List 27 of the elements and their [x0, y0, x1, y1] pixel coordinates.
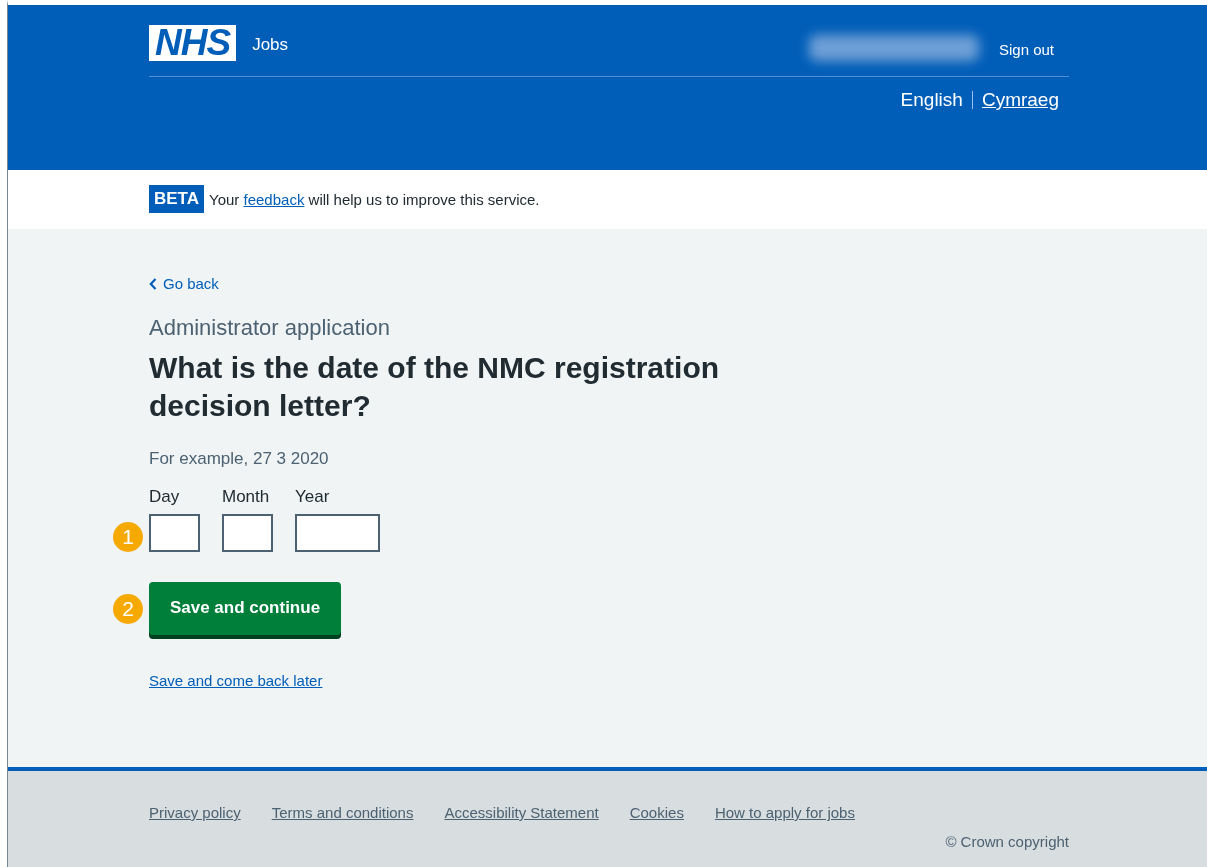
date-input[interactable]: [149, 513, 200, 552]
save-later-link[interactable]: Save and come back later: [149, 671, 323, 689]
nhs-logo[interactable]: NHS: [149, 25, 237, 61]
footer-link[interactable]: Cookies: [629, 804, 684, 821]
page-heading: What is the date of the NMC registration decision letter?: [149, 349, 721, 424]
beta-tag: BETA: [149, 185, 204, 213]
field-label: Month: [222, 486, 271, 507]
footer-link[interactable]: Privacy policy: [149, 804, 241, 821]
date-input[interactable]: [295, 513, 380, 552]
callout-marker: 1: [113, 521, 143, 552]
language-link[interactable]: Cymraeg: [981, 89, 1059, 111]
beta-message: Your feedback will help us to improve this service.: [209, 190, 540, 208]
copyright-text: © Crown copyright: [944, 833, 1069, 850]
page-caption: Administrator application: [149, 314, 391, 341]
field-label: Year: [295, 486, 331, 507]
date-input[interactable]: [222, 513, 273, 552]
field-label: Day: [149, 486, 181, 507]
chevron-left-icon: [149, 277, 157, 290]
hint-text: For example, 27 3 2020: [149, 448, 330, 469]
sign-out-link[interactable]: Sign out: [998, 41, 1054, 58]
service-name: Jobs: [252, 35, 289, 55]
footer-link[interactable]: Terms and conditions: [271, 804, 414, 821]
back-link[interactable]: Go back: [149, 275, 219, 292]
footer-link[interactable]: How to apply for jobs: [714, 804, 855, 821]
callout-marker: 2: [113, 593, 143, 624]
feedback-link[interactable]: feedback: [243, 190, 305, 208]
footer-link[interactable]: Accessibility Statement: [444, 804, 599, 821]
